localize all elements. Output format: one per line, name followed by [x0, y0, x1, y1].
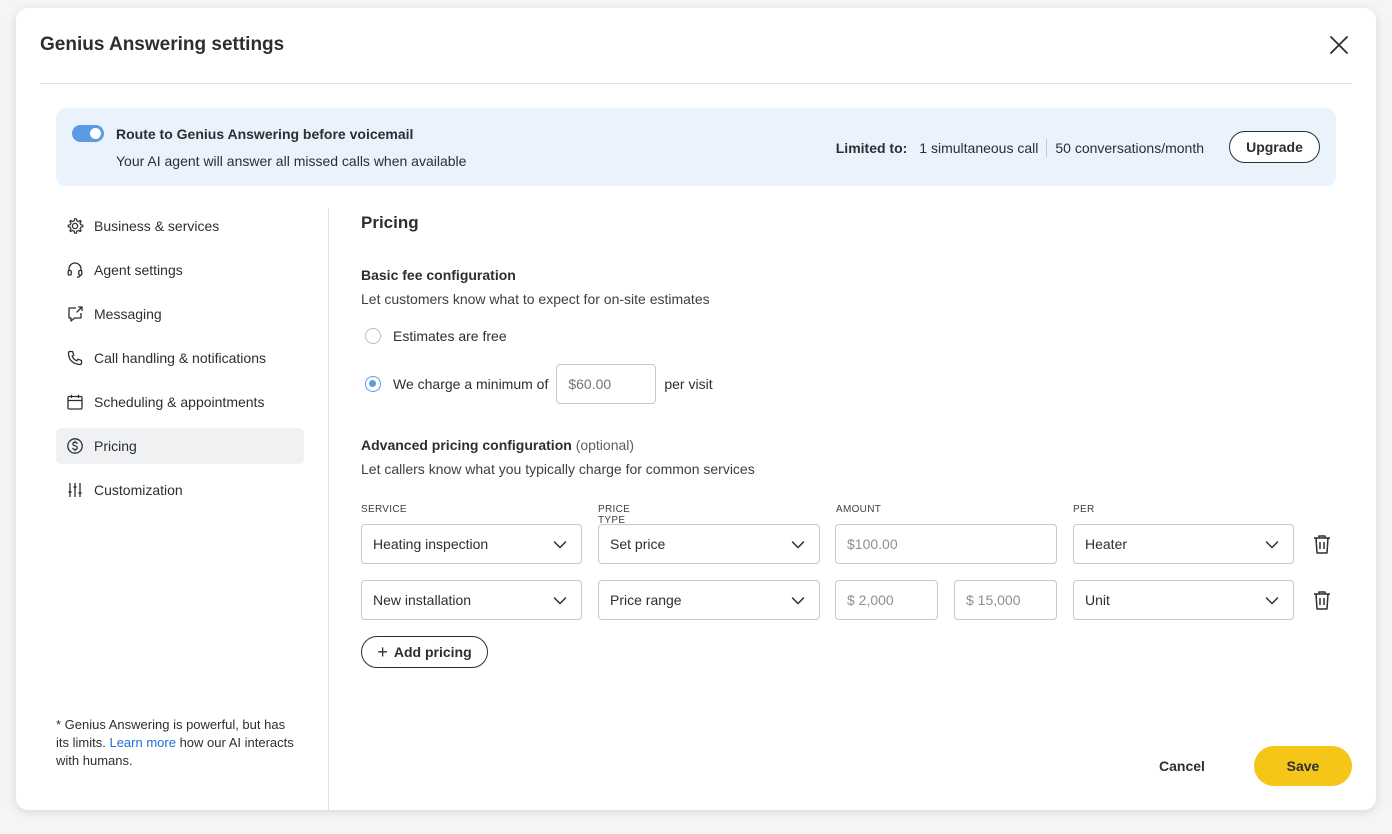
chevron-down-icon — [553, 541, 567, 549]
per-select[interactable]: Heater — [1073, 524, 1294, 564]
amount-max-input[interactable]: $ 15,000 — [954, 580, 1057, 620]
section-title: Pricing — [361, 213, 419, 232]
sidebar-item-call-handling[interactable]: Call handling & notifications — [56, 340, 304, 376]
column-header-service: SERVICE — [361, 504, 407, 515]
limits-label: Limited to: — [835, 140, 908, 156]
plus-icon: + — [377, 642, 388, 662]
sidebar-item-label: Customization — [94, 482, 183, 498]
routing-banner: Route to Genius Answering before voicema… — [56, 108, 1336, 186]
chevron-down-icon — [791, 597, 805, 605]
limit-conversations: 50 conversations/month — [1055, 140, 1204, 156]
price-type-select[interactable]: Price range — [598, 580, 820, 620]
service-select[interactable]: New installation — [361, 580, 582, 620]
sidebar-item-label: Messaging — [94, 306, 162, 322]
advanced-title-text: Advanced pricing configuration — [361, 437, 572, 453]
limits-separator — [1046, 139, 1048, 157]
settings-modal: Genius Answering settings Route to Geniu… — [16, 8, 1376, 810]
save-button[interactable]: Save — [1254, 746, 1352, 786]
trash-icon[interactable] — [1311, 533, 1333, 555]
chevron-down-icon — [1265, 597, 1279, 605]
gear-icon — [67, 218, 84, 234]
settings-sidebar: Business & services Agent settings Messa… — [56, 208, 304, 516]
sidebar-item-label: Scheduling & appointments — [94, 394, 265, 410]
trash-icon[interactable] — [1311, 589, 1333, 611]
learn-more-link[interactable]: Learn more — [109, 735, 175, 750]
price-type-select[interactable]: Set price — [598, 524, 820, 564]
message-icon — [68, 306, 83, 322]
basic-fee-title: Basic fee configuration — [361, 267, 516, 283]
price-type-value: Set price — [610, 536, 666, 552]
amount-value: $100.00 — [847, 536, 898, 552]
limit-calls: 1 simultaneous call — [919, 140, 1039, 156]
cancel-button[interactable]: Cancel — [1136, 747, 1228, 785]
estimates-free-radio[interactable] — [365, 328, 381, 344]
phone-icon — [67, 350, 83, 366]
toggle-knob — [90, 128, 101, 139]
sidebar-item-messaging[interactable]: Messaging — [56, 296, 304, 332]
column-header-price-type: PRICE TYPE — [598, 504, 631, 526]
upgrade-button[interactable]: Upgrade — [1229, 131, 1320, 163]
chevron-down-icon — [791, 541, 805, 549]
minimum-charge-suffix: per visit — [664, 376, 713, 392]
dollar-icon — [67, 438, 83, 454]
add-pricing-label: Add pricing — [393, 644, 472, 660]
column-header-amount: AMOUNT — [836, 504, 882, 515]
sidebar-footer-note: * Genius Answering is powerful, but has … — [56, 716, 296, 770]
calendar-icon — [67, 394, 83, 410]
sidebar-divider — [328, 208, 329, 810]
headset-icon — [67, 262, 83, 278]
sidebar-item-scheduling[interactable]: Scheduling & appointments — [56, 384, 304, 420]
plan-limits: Limited to: 1 simultaneous call 50 conve… — [836, 139, 1204, 157]
optional-label: (optional) — [575, 437, 635, 453]
per-value: Unit — [1085, 592, 1110, 608]
sidebar-item-label: Business & services — [94, 218, 220, 234]
service-value: New installation — [373, 592, 472, 608]
amount-min-value: $ 2,000 — [847, 592, 894, 608]
basic-fee-description: Let customers know what to expect for on… — [361, 291, 710, 307]
per-value: Heater — [1085, 536, 1128, 552]
advanced-pricing-title: Advanced pricing configuration (optional… — [361, 437, 634, 453]
footer-asterisk: * — [56, 717, 65, 732]
price-type-value: Price range — [610, 592, 682, 608]
service-select[interactable]: Heating inspection — [361, 524, 582, 564]
sidebar-item-agent[interactable]: Agent settings — [56, 252, 304, 288]
add-pricing-button[interactable]: + Add pricing — [361, 636, 488, 668]
title-divider — [40, 83, 1352, 84]
banner-description: Your AI agent will answer all missed cal… — [116, 153, 467, 169]
sidebar-item-pricing[interactable]: Pricing — [56, 428, 304, 464]
minimum-charge-prefix: We charge a minimum of — [393, 376, 549, 392]
chevron-down-icon — [553, 597, 567, 605]
amount-max-value: $ 15,000 — [966, 592, 1021, 608]
amount-input[interactable]: $100.00 — [835, 524, 1057, 564]
per-select[interactable]: Unit — [1073, 580, 1294, 620]
sidebar-item-label: Agent settings — [94, 262, 183, 278]
route-toggle[interactable] — [72, 125, 104, 142]
sidebar-item-label: Call handling & notifications — [94, 350, 266, 366]
sidebar-item-customization[interactable]: Customization — [56, 472, 304, 508]
minimum-charge-input[interactable] — [556, 364, 657, 404]
sidebar-item-label: Pricing — [94, 438, 137, 454]
column-header-per: PER — [1073, 504, 1095, 515]
advanced-pricing-description: Let callers know what you typically char… — [361, 461, 755, 477]
modal-title: Genius Answering settings — [40, 34, 285, 55]
estimates-free-label: Estimates are free — [393, 328, 507, 344]
minimum-charge-radio[interactable] — [365, 376, 381, 392]
service-value: Heating inspection — [373, 536, 489, 552]
banner-title: Route to Genius Answering before voicema… — [116, 126, 414, 142]
chevron-down-icon — [1265, 541, 1279, 549]
estimates-free-option[interactable]: Estimates are free — [365, 328, 507, 344]
sidebar-item-business[interactable]: Business & services — [56, 208, 304, 244]
close-icon[interactable] — [1328, 34, 1350, 56]
amount-min-input[interactable]: $ 2,000 — [835, 580, 938, 620]
minimum-charge-option[interactable]: We charge a minimum of per visit — [365, 364, 713, 404]
sliders-icon — [68, 483, 82, 497]
